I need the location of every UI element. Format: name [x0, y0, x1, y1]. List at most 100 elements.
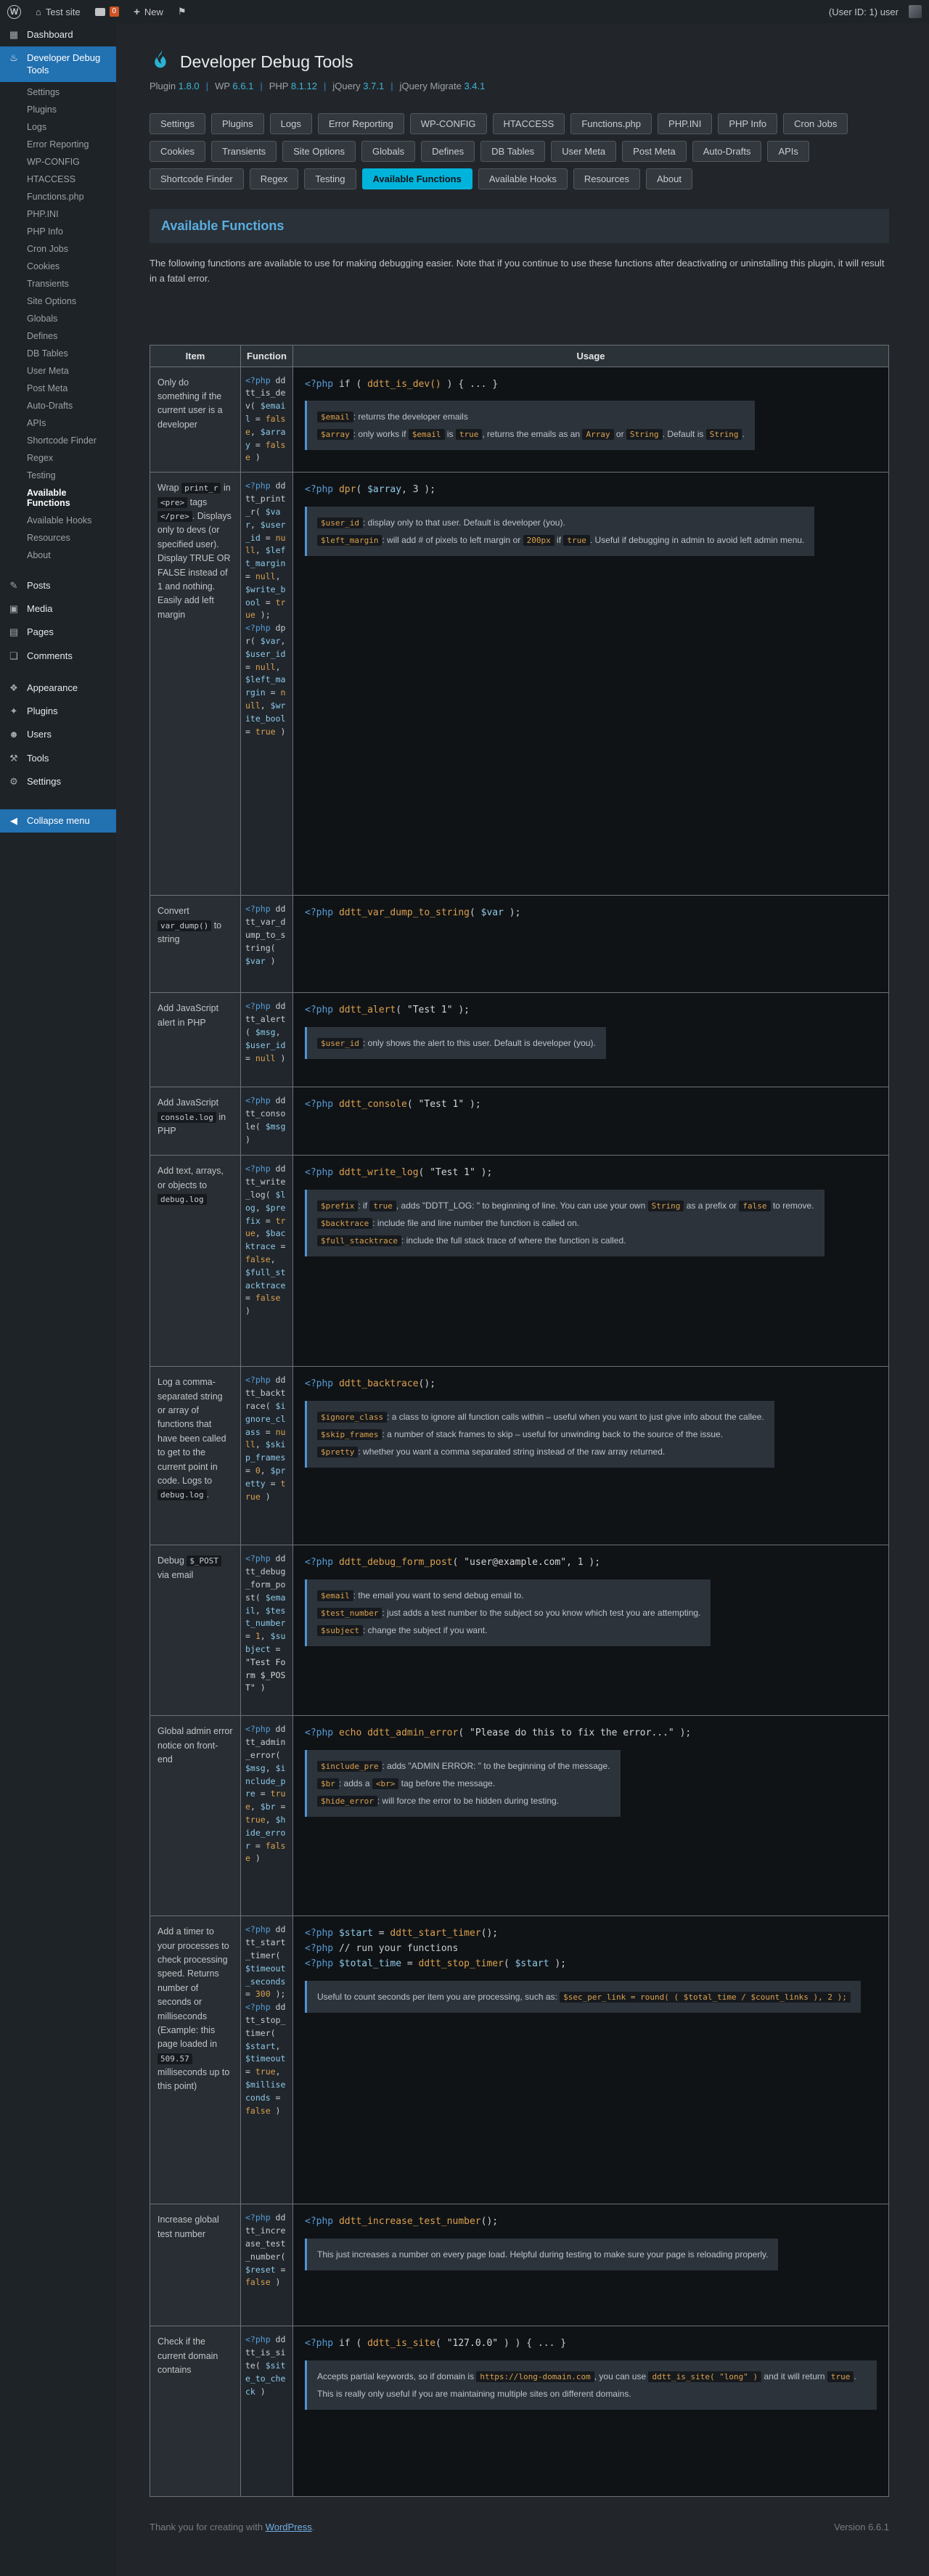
submenu-item-defines[interactable]: Defines — [0, 327, 116, 345]
tab-plugins[interactable]: Plugins — [211, 113, 264, 134]
sidebar-item-label: Users — [27, 729, 52, 740]
page-title: Developer Debug Tools — [180, 52, 353, 72]
wordpress-link[interactable]: WordPress — [266, 2522, 312, 2532]
sidebar-item-users[interactable]: ☻Users — [0, 723, 116, 746]
usage-cell: <?php echo ddtt_admin_error( "Please do … — [293, 1716, 889, 1916]
tab-wp-config[interactable]: WP-CONFIG — [410, 113, 487, 134]
usage-code-line: <?php ddtt_debug_form_post( "user@exampl… — [305, 1555, 877, 1571]
submenu-item-available-hooks[interactable]: Available Hooks — [0, 512, 116, 529]
item-cell: Log a comma-separated string or array of… — [150, 1367, 241, 1545]
media-icon: ▣ — [7, 603, 20, 615]
tab-functions-php[interactable]: Functions.php — [570, 113, 652, 134]
tab-shortcode-finder[interactable]: Shortcode Finder — [150, 168, 244, 189]
sidebar-item-posts[interactable]: ✎Posts — [0, 574, 116, 597]
usage-note: This just increases a number on every pa… — [305, 2238, 778, 2270]
usage-note: $include_pre: adds "ADMIN ERROR: " to th… — [305, 1750, 621, 1817]
tab-defines[interactable]: Defines — [421, 141, 475, 162]
site-name-link[interactable]: ⌂Test site — [28, 0, 88, 23]
tab-php-ini[interactable]: PHP.INI — [658, 113, 712, 134]
sidebar-item-appearance[interactable]: ❖Appearance — [0, 676, 116, 700]
tab-user-meta[interactable]: User Meta — [551, 141, 616, 162]
function-row: Check if the current domain contains<?ph… — [150, 2326, 889, 2497]
sidebar-item-tools[interactable]: ⚒Tools — [0, 747, 116, 770]
function-cell: <?php ddtt_var_dump_to_string( $var ) — [241, 896, 293, 993]
tab-transients[interactable]: Transients — [211, 141, 277, 162]
comments-badge: 0 — [110, 7, 120, 17]
meta-item: WP 6.6.1 — [215, 81, 253, 91]
tab-resources[interactable]: Resources — [573, 168, 640, 189]
collapse-menu-button[interactable]: ◀ Collapse menu — [0, 809, 116, 833]
submenu-item-globals[interactable]: Globals — [0, 310, 116, 327]
submenu-item-post-meta[interactable]: Post Meta — [0, 380, 116, 397]
submenu-item-about[interactable]: About — [0, 547, 116, 564]
submenu-item-transients[interactable]: Transients — [0, 275, 116, 293]
submenu-item-shortcode-finder[interactable]: Shortcode Finder — [0, 432, 116, 449]
sidebar-item-label: Plugins — [27, 706, 58, 717]
submenu-item-functions-php[interactable]: Functions.php — [0, 188, 116, 205]
usage-code-line: <?php dpr( $array, 3 ); — [305, 483, 877, 498]
submenu-item-cron-jobs[interactable]: Cron Jobs — [0, 240, 116, 258]
tab-post-meta[interactable]: Post Meta — [622, 141, 687, 162]
table-body: Only do something if the current user is… — [150, 367, 889, 2497]
submenu-item-user-meta[interactable]: User Meta — [0, 362, 116, 380]
flag-icon[interactable]: ⚑ — [171, 0, 194, 23]
admin-bar: W ⌂Test site 0 +New ⚑ (User ID: 1) user — [0, 0, 929, 23]
sidebar-item-media[interactable]: ▣Media — [0, 597, 116, 621]
submenu-item-php-ini[interactable]: PHP.INI — [0, 205, 116, 223]
submenu-item-php-info[interactable]: PHP Info — [0, 223, 116, 240]
comments-icon — [95, 8, 105, 16]
new-content-link[interactable]: +New — [126, 0, 171, 23]
tab-cookies[interactable]: Cookies — [150, 141, 205, 162]
usage-code-line: <?php ddtt_backtrace(); — [305, 1377, 877, 1392]
function-cell: <?php ddtt_backtrace( $ignore_class = nu… — [241, 1367, 293, 1545]
meta-item: PHP 8.1.12 — [269, 81, 317, 91]
comments-link[interactable]: 0 — [88, 0, 127, 23]
sidebar-item-pages[interactable]: ▤Pages — [0, 621, 116, 644]
submenu-item-wp-config[interactable]: WP-CONFIG — [0, 153, 116, 171]
submenu-item-apis[interactable]: APIs — [0, 414, 116, 432]
submenu-item-plugins[interactable]: Plugins — [0, 101, 116, 118]
tab-logs[interactable]: Logs — [270, 113, 312, 134]
submenu-item-auto-drafts[interactable]: Auto-Drafts — [0, 397, 116, 414]
tab-available-functions[interactable]: Available Functions — [362, 168, 472, 189]
tab-db-tables[interactable]: DB Tables — [480, 141, 545, 162]
tab-globals[interactable]: Globals — [361, 141, 415, 162]
function-row: Debug $_POST via email<?php ddtt_debug_f… — [150, 1545, 889, 1716]
submenu-item-htaccess[interactable]: HTACCESS — [0, 171, 116, 188]
submenu-item-error-reporting[interactable]: Error Reporting — [0, 136, 116, 153]
tab-cron-jobs[interactable]: Cron Jobs — [783, 113, 848, 134]
tab-htaccess[interactable]: HTACCESS — [493, 113, 565, 134]
tab-auto-drafts[interactable]: Auto-Drafts — [692, 141, 762, 162]
sidebar-item-dashboard[interactable]: ▦ Dashboard — [0, 23, 116, 46]
submenu-item-settings[interactable]: Settings — [0, 83, 116, 101]
submenu-item-testing[interactable]: Testing — [0, 467, 116, 484]
submenu-item-available-functions[interactable]: Available Functions — [0, 484, 116, 512]
wordpress-logo-icon[interactable]: W — [0, 0, 28, 23]
sidebar-item-developer-debug-tools[interactable]: ♨ Developer Debug Tools — [0, 46, 116, 82]
tab-available-hooks[interactable]: Available Hooks — [478, 168, 568, 189]
tab-settings[interactable]: Settings — [150, 113, 205, 134]
tab-php-info[interactable]: PHP Info — [718, 113, 777, 134]
submenu-item-regex[interactable]: Regex — [0, 449, 116, 467]
meta-item: jQuery Migrate 3.4.1 — [400, 81, 486, 91]
tab-testing[interactable]: Testing — [304, 168, 356, 189]
submenu-item-resources[interactable]: Resources — [0, 529, 116, 547]
sidebar-item-comments[interactable]: ❏Comments — [0, 645, 116, 668]
sidebar-item-label: Developer Debug Tools — [27, 52, 110, 76]
tab-regex[interactable]: Regex — [250, 168, 299, 189]
tab-about[interactable]: About — [646, 168, 692, 189]
submenu-item-cookies[interactable]: Cookies — [0, 258, 116, 275]
submenu-item-site-options[interactable]: Site Options — [0, 293, 116, 310]
submenu-item-db-tables[interactable]: DB Tables — [0, 345, 116, 362]
item-cell: Increase global test number — [150, 2204, 241, 2326]
function-cell: <?php ddtt_console( $msg ) — [241, 1087, 293, 1156]
dashboard-icon: ▦ — [7, 29, 20, 41]
submenu-item-logs[interactable]: Logs — [0, 118, 116, 136]
tab-apis[interactable]: APIs — [767, 141, 809, 162]
sidebar-item-plugins[interactable]: ✦Plugins — [0, 700, 116, 723]
tab-error-reporting[interactable]: Error Reporting — [318, 113, 404, 134]
account-menu[interactable]: (User ID: 1) user — [822, 0, 929, 23]
tab-site-options[interactable]: Site Options — [282, 141, 356, 162]
sidebar-item-settings[interactable]: ⚙Settings — [0, 770, 116, 793]
usage-code-line: <?php ddtt_console( "Test 1" ); — [305, 1097, 877, 1113]
